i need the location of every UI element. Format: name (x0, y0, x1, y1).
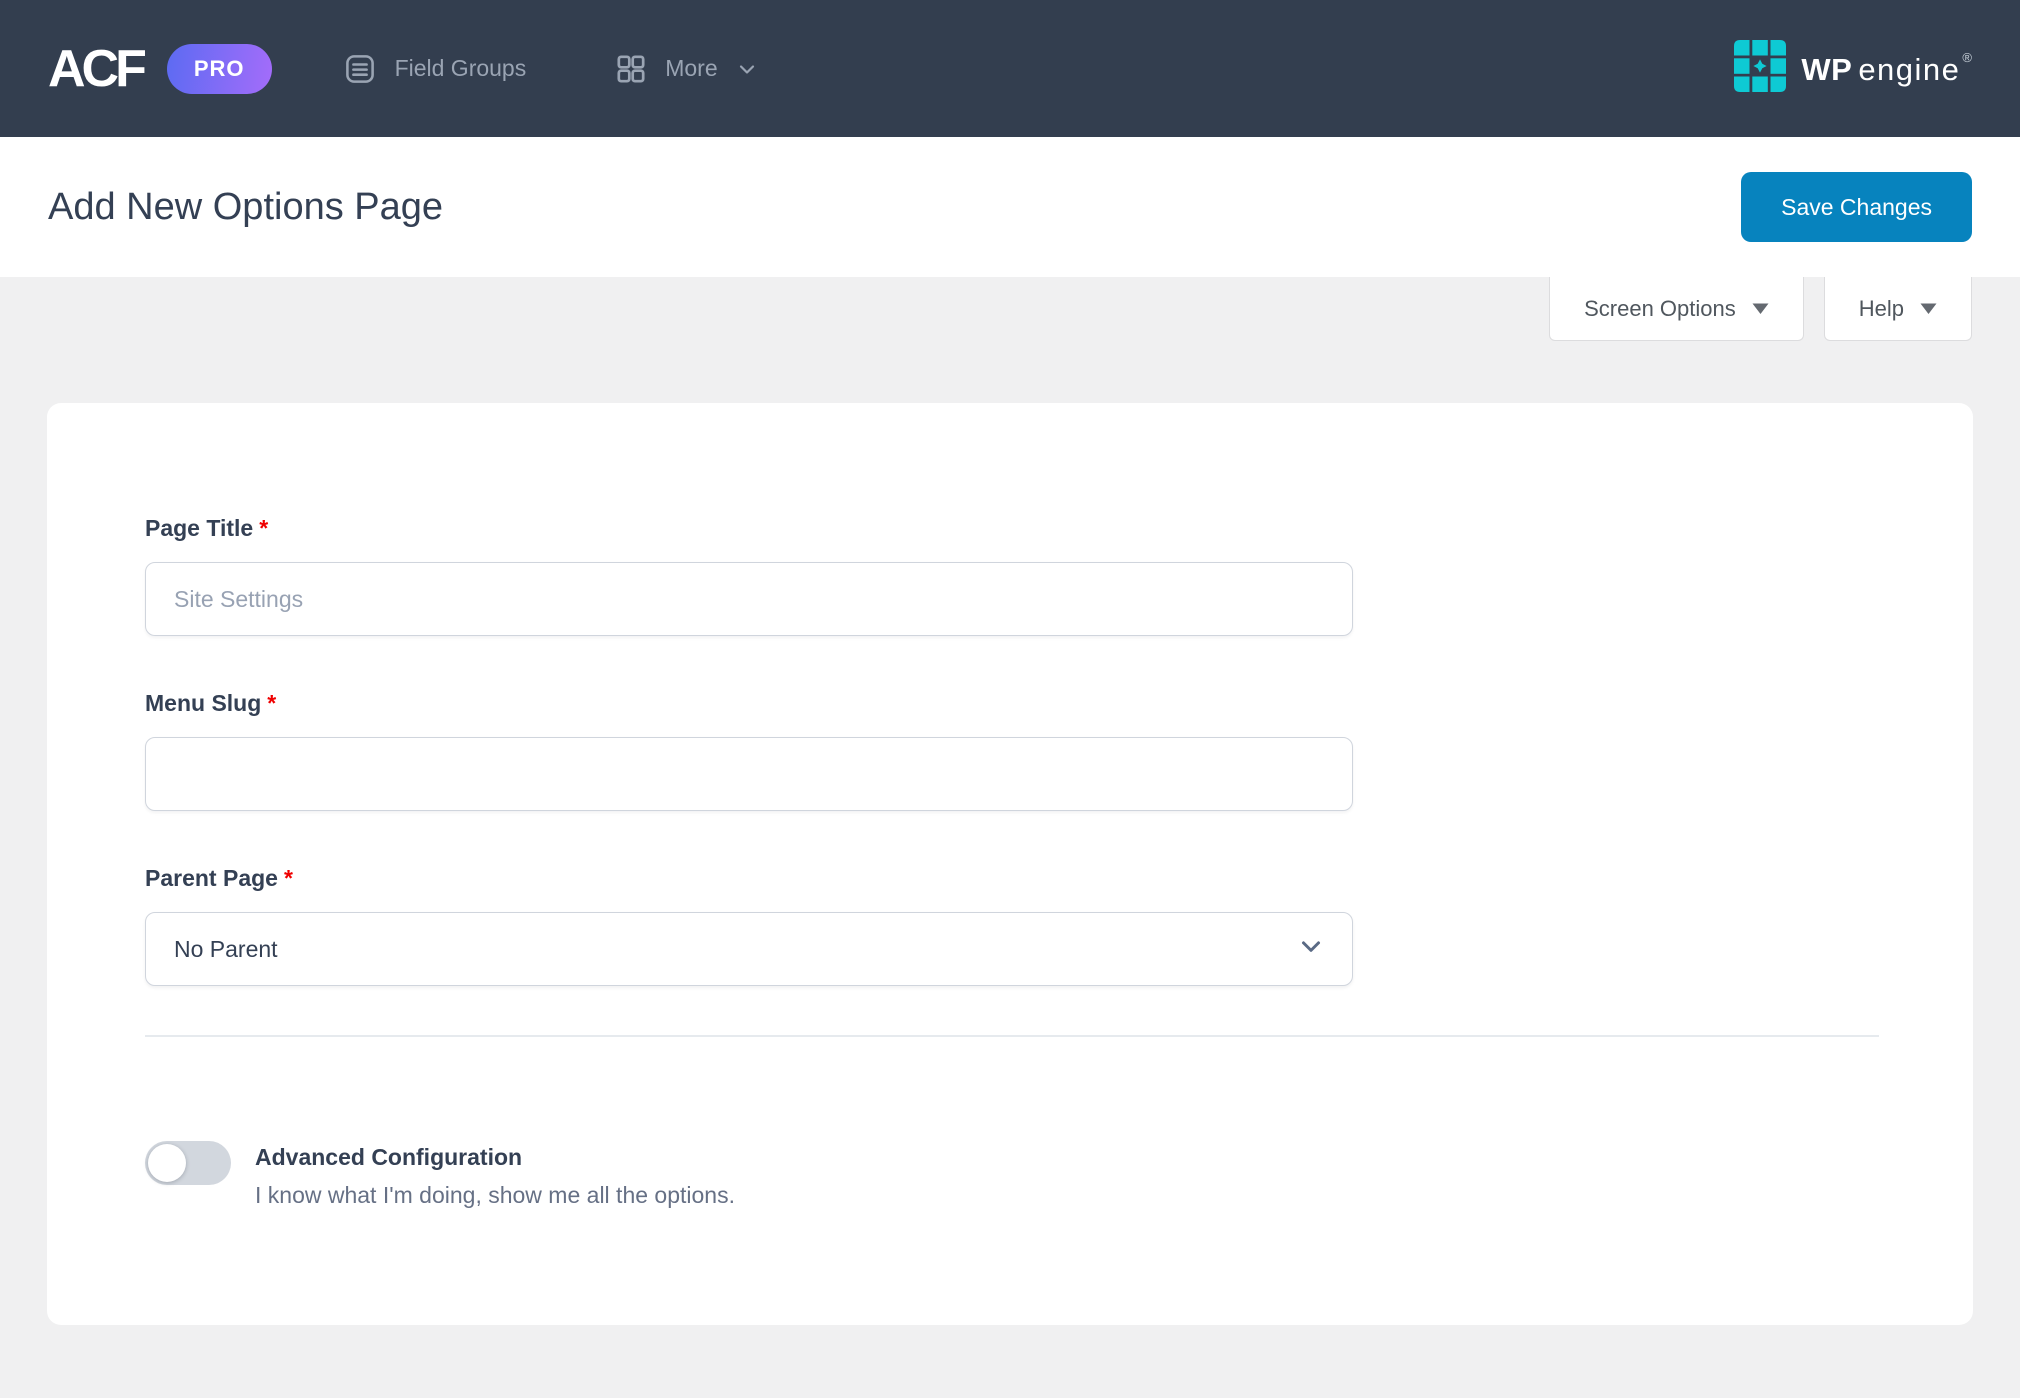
advanced-configuration-label: Advanced Configuration (255, 1144, 523, 1170)
screen-options-tab[interactable]: Screen Options (1549, 277, 1804, 341)
menu-slug-label: Menu Slug * (145, 690, 277, 716)
wpengine-engine-text: engine (1858, 51, 1961, 87)
parent-page-label: Parent Page * (145, 865, 293, 891)
help-tab[interactable]: Help (1823, 277, 1972, 341)
screen-meta-links: Screen Options Help (0, 277, 2020, 341)
nav-item-label: More (665, 55, 718, 81)
required-asterisk: * (267, 690, 277, 716)
top-navbar: ACF PRO Field Groups More WP engine ® (0, 0, 2020, 137)
chevron-down-icon (735, 57, 759, 81)
parent-page-selected-value: No Parent (174, 935, 278, 962)
parent-page-select[interactable]: No Parent (145, 912, 1353, 986)
chevron-down-icon (1296, 931, 1326, 967)
advanced-configuration-toggle[interactable] (145, 1141, 231, 1185)
required-asterisk: * (259, 515, 269, 541)
menu-slug-field: Menu Slug * (145, 690, 1877, 811)
screen-options-label: Screen Options (1584, 295, 1736, 321)
page-header: Add New Options Page Save Changes (0, 137, 2020, 277)
pro-badge: PRO (166, 43, 272, 94)
wpengine-grid-icon (1734, 40, 1787, 97)
page-title-field: Page Title * (145, 515, 1877, 636)
page-title-input[interactable] (145, 562, 1353, 636)
nav-item-label: Field Groups (394, 55, 527, 81)
advanced-configuration-row: Advanced Configuration I know what I'm d… (145, 1141, 1877, 1209)
acf-logo[interactable]: ACF (48, 43, 147, 95)
wpengine-trademark: ® (1962, 49, 1972, 65)
more-grid-icon (614, 52, 648, 86)
toggle-knob (148, 1144, 186, 1182)
wpengine-wp-text: WP (1801, 51, 1853, 87)
menu-slug-input[interactable] (145, 737, 1353, 811)
nav-item-more[interactable]: More (614, 52, 758, 86)
field-groups-list-icon (342, 51, 378, 87)
triangle-down-icon (1752, 303, 1769, 315)
parent-page-field: Parent Page * No Parent (145, 865, 1877, 986)
options-page-form-card: Page Title* Menu Slug* Parent Page* No P… (47, 403, 1973, 1325)
save-changes-button[interactable]: Save Changes (1741, 172, 1972, 242)
toggle-text-block: Advanced Configuration I know what I'm d… (255, 1141, 735, 1209)
page-title-label: Page Title * (145, 515, 269, 541)
page-title: Add New Options Page (48, 185, 444, 228)
wpengine-logo[interactable]: WP engine ® (1734, 40, 1972, 97)
advanced-configuration-description: I know what I'm doing, show me all the o… (255, 1182, 735, 1208)
section-divider (145, 1035, 1879, 1037)
nav-item-field-groups[interactable]: Field Groups (342, 51, 527, 87)
triangle-down-icon (1920, 303, 1937, 315)
required-asterisk: * (283, 865, 293, 891)
help-label: Help (1858, 295, 1904, 321)
